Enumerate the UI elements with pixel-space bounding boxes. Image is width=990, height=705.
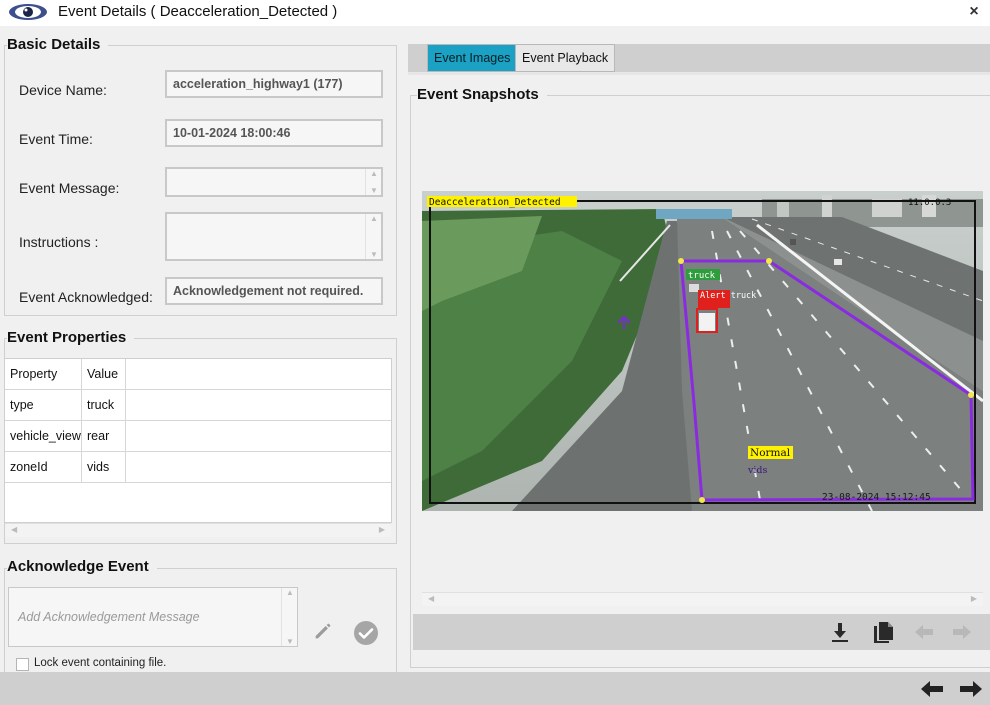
image-horizontal-scrollbar[interactable]: ◀ ▶	[422, 592, 983, 606]
value-cell: vids	[82, 452, 126, 483]
tab-event-playback[interactable]: Event Playback	[515, 44, 616, 72]
event-message-field[interactable]: ▲ ▼	[165, 167, 383, 197]
properties-table: Property Value type truck vehicle_view r…	[4, 358, 392, 523]
column-header-property[interactable]: Property	[5, 359, 82, 390]
event-acknowledged-label: Event Acknowledged:	[19, 289, 153, 305]
table-header-row: Property Value	[5, 359, 391, 390]
event-snapshot-image[interactable]: truck Alert truck Deacceleration_Detecte…	[422, 191, 983, 511]
device-name-field[interactable]: acceleration_highway1 (177)	[165, 70, 383, 98]
value-cell: truck	[82, 390, 126, 421]
copy-icon[interactable]	[871, 620, 895, 644]
acknowledge-event-heading: Acknowledge Event	[7, 558, 157, 575]
eye-logo-icon	[9, 4, 47, 20]
column-header-value[interactable]: Value	[82, 359, 126, 390]
overlay-top-right-label: 11.0.0.3	[908, 198, 951, 208]
table-row[interactable]: type truck	[5, 390, 391, 421]
bottom-navigation-bar	[0, 672, 990, 705]
acknowledge-message-input[interactable]: Add Acknowledgement Message ▲ ▼	[8, 587, 298, 647]
instructions-label: Instructions :	[19, 234, 99, 250]
tab-event-images[interactable]: Event Images	[427, 44, 518, 72]
event-snapshots-heading: Event Snapshots	[417, 86, 547, 103]
property-cell: zoneId	[5, 452, 82, 483]
next-event-icon[interactable]	[959, 680, 983, 698]
event-acknowledged-value: Acknowledgement not required.	[173, 284, 364, 298]
zone-name-label: vids	[747, 465, 767, 476]
title-bar: Event Details ( Deacceleration_Detected …	[0, 0, 990, 26]
event-message-label: Event Message:	[19, 180, 120, 196]
device-name-value: acceleration_highway1 (177)	[173, 77, 343, 91]
image-toolbar	[413, 614, 990, 650]
close-button[interactable]: ×	[964, 2, 984, 22]
next-image-icon[interactable]	[950, 620, 974, 644]
instructions-field[interactable]: ▲ ▼	[165, 212, 383, 261]
acknowledge-message-scrollbar[interactable]: ▲ ▼	[281, 588, 297, 646]
window-title: Event Details ( Deacceleration_Detected …	[58, 3, 338, 20]
pencil-icon[interactable]	[312, 620, 334, 642]
prev-image-icon[interactable]	[912, 620, 936, 644]
device-name-label: Device Name:	[19, 82, 107, 98]
detection-label-alert: Alert truck	[700, 291, 756, 301]
tab-strip-divider	[408, 72, 990, 75]
instructions-scrollbar[interactable]: ▲ ▼	[365, 214, 381, 259]
event-message-scrollbar[interactable]: ▲ ▼	[365, 169, 381, 195]
highway-scene: truck Alert truck Deacceleration_Detecte…	[422, 191, 983, 511]
table-row[interactable]: vehicle_view rear	[5, 421, 391, 452]
tab-bar: Event Images Event Playback	[408, 44, 990, 74]
value-cell: rear	[82, 421, 126, 452]
properties-horizontal-scrollbar[interactable]: ◀ ▶	[5, 523, 391, 537]
event-properties-heading: Event Properties	[7, 329, 135, 346]
acknowledge-message-placeholder: Add Acknowledgement Message	[18, 610, 200, 624]
prev-event-icon[interactable]	[920, 680, 944, 698]
zone-status-label: Normal	[750, 447, 791, 459]
overlay-event-label: Deacceleration_Detected	[429, 197, 561, 208]
property-cell: type	[5, 390, 82, 421]
event-time-field[interactable]: 10-01-2024 18:00:46	[165, 119, 383, 147]
event-time-value: 10-01-2024 18:00:46	[173, 126, 291, 140]
event-time-label: Event Time:	[19, 131, 93, 147]
lock-event-label: Lock event containing file.	[34, 657, 167, 669]
check-circle-icon[interactable]	[353, 620, 379, 646]
overlay-timestamp: 23-08-2024 15:12:45	[822, 492, 931, 503]
event-acknowledged-field[interactable]: Acknowledgement not required.	[165, 277, 383, 305]
download-icon[interactable]	[828, 620, 852, 644]
lock-event-checkbox[interactable]	[16, 658, 29, 671]
basic-details-heading: Basic Details	[7, 36, 109, 53]
table-row[interactable]: zoneId vids	[5, 452, 391, 483]
property-cell: vehicle_view	[5, 421, 82, 452]
detection-label-truck: truck	[688, 271, 716, 281]
